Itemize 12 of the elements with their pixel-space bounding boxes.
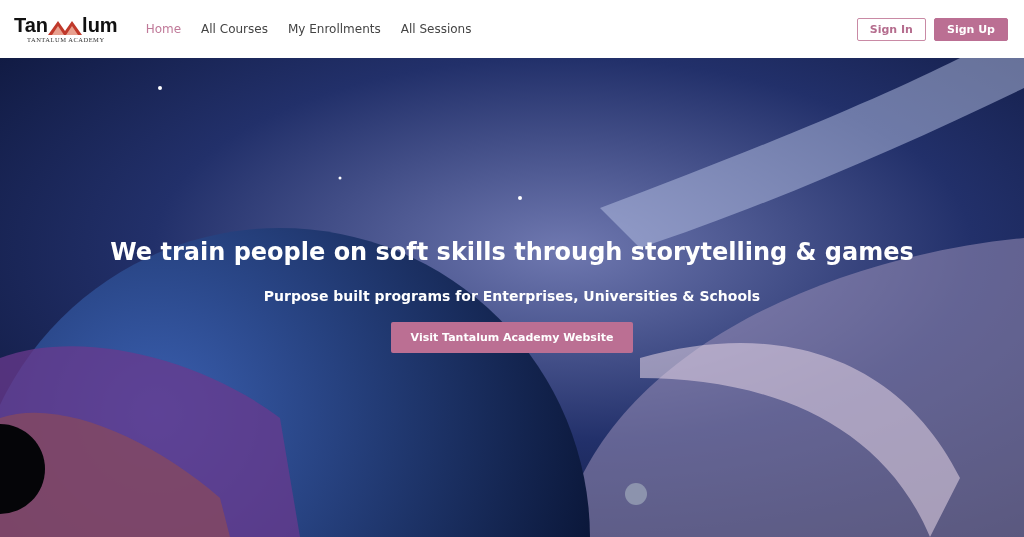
sign-up-button[interactable]: Sign Up bbox=[933, 17, 1008, 41]
logo-text: lum bbox=[82, 15, 118, 35]
visit-website-button[interactable]: Visit Tantalum Academy Website bbox=[390, 322, 634, 353]
hero-subheadline: Purpose built programs for Enterprises, Universities & Schools bbox=[263, 288, 761, 304]
nav-link[interactable]: All Sessions bbox=[400, 22, 472, 36]
logo-text: Tan bbox=[14, 15, 49, 35]
nav-link[interactable]: All Courses bbox=[201, 22, 268, 36]
nav-link[interactable]: Home bbox=[145, 22, 182, 36]
mountain-icon bbox=[48, 19, 83, 35]
nav-link[interactable]: My Enrollments bbox=[287, 22, 381, 36]
hero-headline: We train people on soft skills through storytelling & games bbox=[110, 238, 914, 266]
sign-in-button[interactable]: Sign In bbox=[856, 17, 926, 41]
